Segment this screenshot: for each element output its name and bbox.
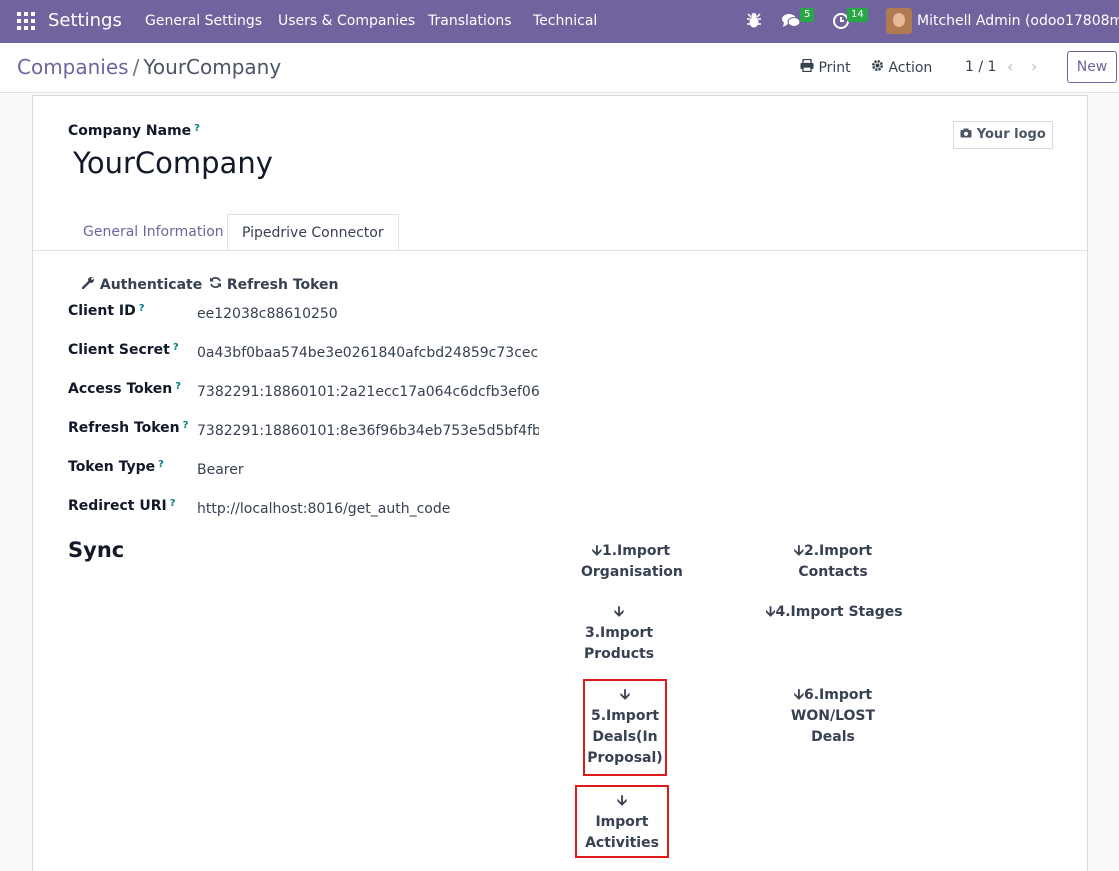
apps-menu-icon[interactable] xyxy=(17,12,35,30)
import-stages-label: 4.Import Stages xyxy=(775,604,903,620)
arrow-down-icon: 🡫 xyxy=(613,604,625,620)
pager-next-icon[interactable]: › xyxy=(1031,57,1037,76)
refresh-token-field[interactable]: 7382291:18860101:8e36f96b34eb753e5d5bf4f… xyxy=(197,423,539,439)
help-tooltip-icon[interactable]: ? xyxy=(194,123,200,134)
refresh-token-label: Refresh Token xyxy=(226,277,339,293)
arrow-down-icon: 🡫 xyxy=(765,604,776,620)
redirect-uri-label: Redirect URI? xyxy=(68,498,176,514)
printer-icon xyxy=(800,58,814,76)
import-deals-proposal-button[interactable]: 🡫 5.Import Deals(In Proposal) xyxy=(583,679,667,776)
refresh-token-field-label-text: Refresh Token xyxy=(68,420,180,436)
wrench-icon xyxy=(81,277,95,293)
redirect-uri-field[interactable]: http://localhost:8016/get_auth_code xyxy=(197,501,577,517)
import-contacts-line1: 2.Import xyxy=(803,543,873,559)
help-tooltip-icon[interactable]: ? xyxy=(173,342,179,353)
help-tooltip-icon[interactable]: ? xyxy=(170,498,176,509)
tabs-divider xyxy=(33,250,1087,251)
help-tooltip-icon[interactable]: ? xyxy=(175,381,181,392)
help-tooltip-icon[interactable]: ? xyxy=(139,303,145,314)
import-deals-line2: Deals(In xyxy=(592,729,658,745)
messages-count-badge: 5 xyxy=(800,8,815,22)
import-activities-line1: Import xyxy=(595,814,649,830)
company-name-field[interactable]: YourCompany xyxy=(73,146,273,180)
import-contacts-button[interactable]: 🡫2.Import Contacts xyxy=(783,541,883,583)
import-won-lost-line2: WON/LOST Deals xyxy=(790,708,876,745)
authenticate-label: Authenticate xyxy=(99,277,203,293)
token-type-field[interactable]: Bearer xyxy=(197,462,577,478)
help-tooltip-icon[interactable]: ? xyxy=(183,420,189,431)
control-panel: Companies / YourCompany Print Action 1 / 1… xyxy=(0,43,1119,93)
token-type-label: Token Type? xyxy=(68,459,164,475)
arrow-down-icon: 🡫 xyxy=(616,793,628,809)
refresh-icon xyxy=(209,276,222,293)
top-navbar: Settings General Settings Users & Compan… xyxy=(0,0,1119,43)
tab-pipedrive-connector[interactable]: Pipedrive Connector xyxy=(227,214,399,251)
activities-count-badge: 14 xyxy=(847,8,868,22)
menu-translations[interactable]: Translations xyxy=(428,13,512,29)
arrow-down-icon: 🡫 xyxy=(793,687,804,703)
import-products-line2: Products xyxy=(583,646,655,662)
client-id-label-text: Client ID xyxy=(68,303,136,319)
messages-chat-icon[interactable] xyxy=(781,12,801,34)
import-deals-line3: Proposal) xyxy=(587,750,663,766)
import-stages-button[interactable]: 🡫4.Import Stages xyxy=(763,602,905,623)
arrow-down-icon: 🡫 xyxy=(619,687,631,703)
import-organisation-button[interactable]: 🡫1.Import Organisation xyxy=(581,541,683,583)
import-won-lost-deals-button[interactable]: 🡫6.Import WON/LOST Deals xyxy=(768,685,898,748)
import-deals-line1: 5.Import xyxy=(590,708,660,724)
menu-general-settings[interactable]: General Settings xyxy=(145,13,262,29)
pager-value[interactable]: 1 / 1 xyxy=(965,59,996,75)
print-label: Print xyxy=(818,60,851,76)
breadcrumb-companies-link[interactable]: Companies xyxy=(17,55,129,79)
form-sheet: Company Name? YourCompany Your logo Gene… xyxy=(32,95,1088,871)
user-menu-name[interactable]: Mitchell Admin (odoo17808mar xyxy=(917,13,1119,29)
logo-label: Your logo xyxy=(976,127,1046,142)
menu-technical[interactable]: Technical xyxy=(533,13,597,29)
user-avatar[interactable] xyxy=(886,8,912,34)
company-name-label: Company Name? xyxy=(68,123,200,139)
menu-users-companies[interactable]: Users & Companies xyxy=(278,13,415,29)
import-products-line1: 3.Import xyxy=(584,625,654,641)
camera-icon xyxy=(960,127,972,142)
pager-previous-icon[interactable]: ‹ xyxy=(1007,57,1013,76)
breadcrumb-separator: / xyxy=(132,55,140,79)
refresh-token-field-label: Refresh Token? xyxy=(68,420,188,436)
sync-section-title: Sync xyxy=(68,538,125,562)
client-id-field[interactable]: ee12038c88610250 xyxy=(197,306,577,322)
access-token-label-text: Access Token xyxy=(68,381,173,397)
print-button[interactable]: Print xyxy=(800,58,851,76)
refresh-token-button[interactable]: Refresh Token xyxy=(209,276,339,293)
client-secret-label: Client Secret? xyxy=(68,342,179,358)
app-brand[interactable]: Settings xyxy=(48,10,122,31)
import-contacts-line2: Contacts xyxy=(798,564,868,580)
breadcrumb: Companies / YourCompany xyxy=(17,55,281,79)
action-button[interactable]: Action xyxy=(871,59,932,76)
client-secret-field[interactable]: 0a43bf0baa574be3e0261840afcbd24859c73cec xyxy=(197,345,577,361)
help-tooltip-icon[interactable]: ? xyxy=(158,459,164,470)
breadcrumb-current: YourCompany xyxy=(143,55,282,79)
import-organisation-line1: 1.Import xyxy=(601,543,671,559)
debug-bug-icon[interactable] xyxy=(746,11,762,33)
company-logo-button[interactable]: Your logo xyxy=(953,121,1053,149)
redirect-uri-label-text: Redirect URI xyxy=(68,498,167,514)
authenticate-button[interactable]: Authenticate xyxy=(81,276,203,293)
company-name-label-text: Company Name xyxy=(68,123,192,139)
import-organisation-line2: Organisation xyxy=(581,564,683,580)
import-products-button[interactable]: 🡫 3.Import Products xyxy=(579,602,659,665)
import-won-lost-line1: 6.Import xyxy=(803,687,873,703)
token-type-label-text: Token Type xyxy=(68,459,156,475)
action-label: Action xyxy=(888,60,933,76)
tab-general-information[interactable]: General Information xyxy=(69,214,238,251)
import-activities-line2: Activities xyxy=(585,835,659,851)
access-token-field[interactable]: 7382291:18860101:2a21ecc17a064c6dcfb3ef0… xyxy=(197,384,539,400)
arrow-down-icon: 🡫 xyxy=(591,543,602,559)
access-token-label: Access Token? xyxy=(68,381,181,397)
client-id-label: Client ID? xyxy=(68,303,145,319)
new-button[interactable]: New xyxy=(1067,51,1117,83)
client-secret-label-text: Client Secret xyxy=(68,342,170,358)
import-activities-button[interactable]: 🡫 Import Activities xyxy=(575,785,669,858)
gear-icon xyxy=(871,60,884,76)
arrow-down-icon: 🡫 xyxy=(793,543,804,559)
